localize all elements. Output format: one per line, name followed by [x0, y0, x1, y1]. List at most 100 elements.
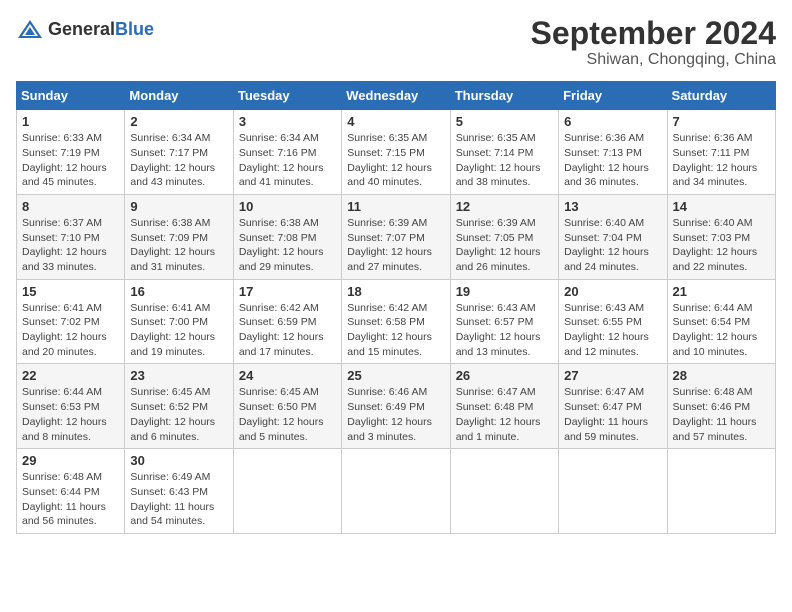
- calendar-cell: 15Sunrise: 6:41 AM Sunset: 7:02 PM Dayli…: [17, 279, 125, 364]
- day-info: Sunrise: 6:42 AM Sunset: 6:59 PM Dayligh…: [239, 301, 336, 360]
- calendar-subtitle: Shiwan, Chongqing, China: [531, 51, 776, 69]
- calendar-cell: 3 Sunrise: 6:34 AM Sunset: 7:16 PM Daylig…: [233, 110, 341, 195]
- day-info: Sunrise: 6:36 AM Sunset: 7:11 PM Dayligh…: [673, 131, 770, 190]
- day-info: Sunrise: 6:40 AM Sunset: 7:04 PM Dayligh…: [564, 216, 661, 275]
- day-info: Sunrise: 6:36 AM Sunset: 7:13 PM Dayligh…: [564, 131, 661, 190]
- calendar-cell: 4 Sunrise: 6:35 AM Sunset: 7:15 PM Daylig…: [342, 110, 450, 195]
- day-info: Sunrise: 6:47 AM Sunset: 6:47 PM Dayligh…: [564, 385, 661, 444]
- calendar-cell: 8 Sunrise: 6:37 AM Sunset: 7:10 PM Daylig…: [17, 194, 125, 279]
- day-info: Sunrise: 6:34 AM Sunset: 7:16 PM Dayligh…: [239, 131, 336, 190]
- day-number: 24: [239, 368, 336, 383]
- day-number: 10: [239, 199, 336, 214]
- day-number: 2: [130, 114, 227, 129]
- day-number: 16: [130, 284, 227, 299]
- day-info: Sunrise: 6:39 AM Sunset: 7:05 PM Dayligh…: [456, 216, 553, 275]
- calendar-cell: 19 Sunrise: 6:43 AM Sunset: 6:57 PM Dayli…: [450, 279, 558, 364]
- day-info: Sunrise: 6:40 AM Sunset: 7:03 PM Dayligh…: [673, 216, 770, 275]
- day-info: Sunrise: 6:39 AM Sunset: 7:07 PM Dayligh…: [347, 216, 444, 275]
- day-info: Sunrise: 6:48 AM Sunset: 6:44 PM Dayligh…: [22, 470, 119, 529]
- day-number: 12: [456, 199, 553, 214]
- logo: GeneralBlue: [16, 16, 154, 44]
- title-block: September 2024 Shiwan, Chongqing, China: [531, 16, 776, 69]
- day-info: Sunrise: 6:35 AM Sunset: 7:15 PM Dayligh…: [347, 131, 444, 190]
- day-info: Sunrise: 6:46 AM Sunset: 6:49 PM Dayligh…: [347, 385, 444, 444]
- day-number: 3: [239, 114, 336, 129]
- calendar-cell: 27 Sunrise: 6:47 AM Sunset: 6:47 PM Dayli…: [559, 364, 667, 449]
- page-header: GeneralBlue September 2024 Shiwan, Chong…: [16, 16, 776, 69]
- calendar-cell: [450, 449, 558, 534]
- week-row-2: 8 Sunrise: 6:37 AM Sunset: 7:10 PM Daylig…: [17, 194, 776, 279]
- day-number: 1: [22, 114, 119, 129]
- calendar-cell: 16 Sunrise: 6:41 AM Sunset: 7:00 PM Dayli…: [125, 279, 233, 364]
- calendar-cell: 11 Sunrise: 6:39 AM Sunset: 7:07 PM Dayli…: [342, 194, 450, 279]
- day-info: Sunrise: 6:42 AM Sunset: 6:58 PM Dayligh…: [347, 301, 444, 360]
- weekday-header-wednesday: Wednesday: [342, 82, 450, 110]
- calendar-cell: 21Sunrise: 6:44 AM Sunset: 6:54 PM Dayli…: [667, 279, 775, 364]
- week-row-5: 29 Sunrise: 6:48 AM Sunset: 6:44 PM Dayli…: [17, 449, 776, 534]
- logo-text-blue: Blue: [115, 19, 154, 39]
- calendar-cell: 7 Sunrise: 6:36 AM Sunset: 7:11 PM Daylig…: [667, 110, 775, 195]
- day-number: 28: [673, 368, 770, 383]
- day-info: Sunrise: 6:48 AM Sunset: 6:46 PM Dayligh…: [673, 385, 770, 444]
- day-number: 23: [130, 368, 227, 383]
- day-number: 18: [347, 284, 444, 299]
- day-number: 4: [347, 114, 444, 129]
- day-number: 15: [22, 284, 119, 299]
- calendar-cell: 17Sunrise: 6:42 AM Sunset: 6:59 PM Dayli…: [233, 279, 341, 364]
- day-number: 27: [564, 368, 661, 383]
- day-number: 6: [564, 114, 661, 129]
- logo-icon: [16, 16, 44, 44]
- calendar-title: September 2024: [531, 16, 776, 51]
- day-number: 20: [564, 284, 661, 299]
- calendar-cell: 10 Sunrise: 6:38 AM Sunset: 7:08 PM Dayli…: [233, 194, 341, 279]
- calendar-cell: [667, 449, 775, 534]
- calendar-cell: 5 Sunrise: 6:35 AM Sunset: 7:14 PM Daylig…: [450, 110, 558, 195]
- calendar-cell: 25 Sunrise: 6:46 AM Sunset: 6:49 PM Dayli…: [342, 364, 450, 449]
- calendar-cell: 22 Sunrise: 6:44 AM Sunset: 6:53 PM Dayli…: [17, 364, 125, 449]
- calendar-cell: 24Sunrise: 6:45 AM Sunset: 6:50 PM Dayli…: [233, 364, 341, 449]
- weekday-header-saturday: Saturday: [667, 82, 775, 110]
- calendar-cell: 26Sunrise: 6:47 AM Sunset: 6:48 PM Dayli…: [450, 364, 558, 449]
- calendar-cell: 13 Sunrise: 6:40 AM Sunset: 7:04 PM Dayli…: [559, 194, 667, 279]
- day-number: 8: [22, 199, 119, 214]
- calendar-cell: 30Sunrise: 6:49 AM Sunset: 6:43 PM Dayli…: [125, 449, 233, 534]
- week-row-3: 15Sunrise: 6:41 AM Sunset: 7:02 PM Dayli…: [17, 279, 776, 364]
- calendar-cell: [559, 449, 667, 534]
- weekday-header-monday: Monday: [125, 82, 233, 110]
- calendar-cell: [233, 449, 341, 534]
- weekday-header-sunday: Sunday: [17, 82, 125, 110]
- day-info: Sunrise: 6:35 AM Sunset: 7:14 PM Dayligh…: [456, 131, 553, 190]
- day-number: 11: [347, 199, 444, 214]
- day-info: Sunrise: 6:43 AM Sunset: 6:55 PM Dayligh…: [564, 301, 661, 360]
- day-number: 14: [673, 199, 770, 214]
- calendar-table: SundayMondayTuesdayWednesdayThursdayFrid…: [16, 81, 776, 534]
- day-info: Sunrise: 6:38 AM Sunset: 7:08 PM Dayligh…: [239, 216, 336, 275]
- day-info: Sunrise: 6:34 AM Sunset: 7:17 PM Dayligh…: [130, 131, 227, 190]
- day-number: 22: [22, 368, 119, 383]
- calendar-cell: 12 Sunrise: 6:39 AM Sunset: 7:05 PM Dayli…: [450, 194, 558, 279]
- day-info: Sunrise: 6:44 AM Sunset: 6:53 PM Dayligh…: [22, 385, 119, 444]
- weekday-header-thursday: Thursday: [450, 82, 558, 110]
- day-number: 7: [673, 114, 770, 129]
- weekday-header-friday: Friday: [559, 82, 667, 110]
- day-info: Sunrise: 6:47 AM Sunset: 6:48 PM Dayligh…: [456, 385, 553, 444]
- calendar-cell: 1Sunrise: 6:33 AM Sunset: 7:19 PM Daylig…: [17, 110, 125, 195]
- day-info: Sunrise: 6:37 AM Sunset: 7:10 PM Dayligh…: [22, 216, 119, 275]
- day-number: 9: [130, 199, 227, 214]
- day-number: 13: [564, 199, 661, 214]
- weekday-header-row: SundayMondayTuesdayWednesdayThursdayFrid…: [17, 82, 776, 110]
- weekday-header-tuesday: Tuesday: [233, 82, 341, 110]
- day-number: 21: [673, 284, 770, 299]
- day-info: Sunrise: 6:41 AM Sunset: 7:00 PM Dayligh…: [130, 301, 227, 360]
- day-info: Sunrise: 6:43 AM Sunset: 6:57 PM Dayligh…: [456, 301, 553, 360]
- day-number: 29: [22, 453, 119, 468]
- calendar-cell: 6 Sunrise: 6:36 AM Sunset: 7:13 PM Daylig…: [559, 110, 667, 195]
- day-number: 25: [347, 368, 444, 383]
- day-info: Sunrise: 6:38 AM Sunset: 7:09 PM Dayligh…: [130, 216, 227, 275]
- calendar-cell: 28 Sunrise: 6:48 AM Sunset: 6:46 PM Dayli…: [667, 364, 775, 449]
- calendar-cell: [342, 449, 450, 534]
- week-row-4: 22 Sunrise: 6:44 AM Sunset: 6:53 PM Dayli…: [17, 364, 776, 449]
- week-row-1: 1Sunrise: 6:33 AM Sunset: 7:19 PM Daylig…: [17, 110, 776, 195]
- day-number: 5: [456, 114, 553, 129]
- day-number: 19: [456, 284, 553, 299]
